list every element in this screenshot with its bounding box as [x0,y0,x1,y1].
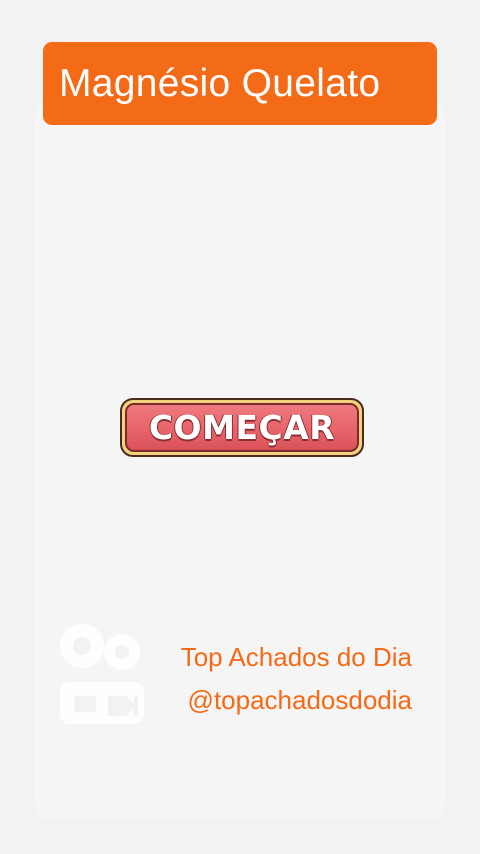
start-button-label: COMEÇAR [148,408,336,447]
start-button-face[interactable]: COMEÇAR [125,403,359,452]
brand-credit: Top Achados do Dia @topachadosdodia [181,636,412,722]
kwai-logo-icon [60,624,144,724]
start-button[interactable]: COMEÇAR [120,398,364,457]
screen: Magnésio Quelato COMEÇAR Top Achados do … [0,0,480,854]
brand-name: Top Achados do Dia [180,642,412,672]
page-title: Magnésio Quelato [59,62,381,105]
brand-handle[interactable]: @topachadosdodia [181,679,412,722]
title-banner: Magnésio Quelato [43,42,437,125]
